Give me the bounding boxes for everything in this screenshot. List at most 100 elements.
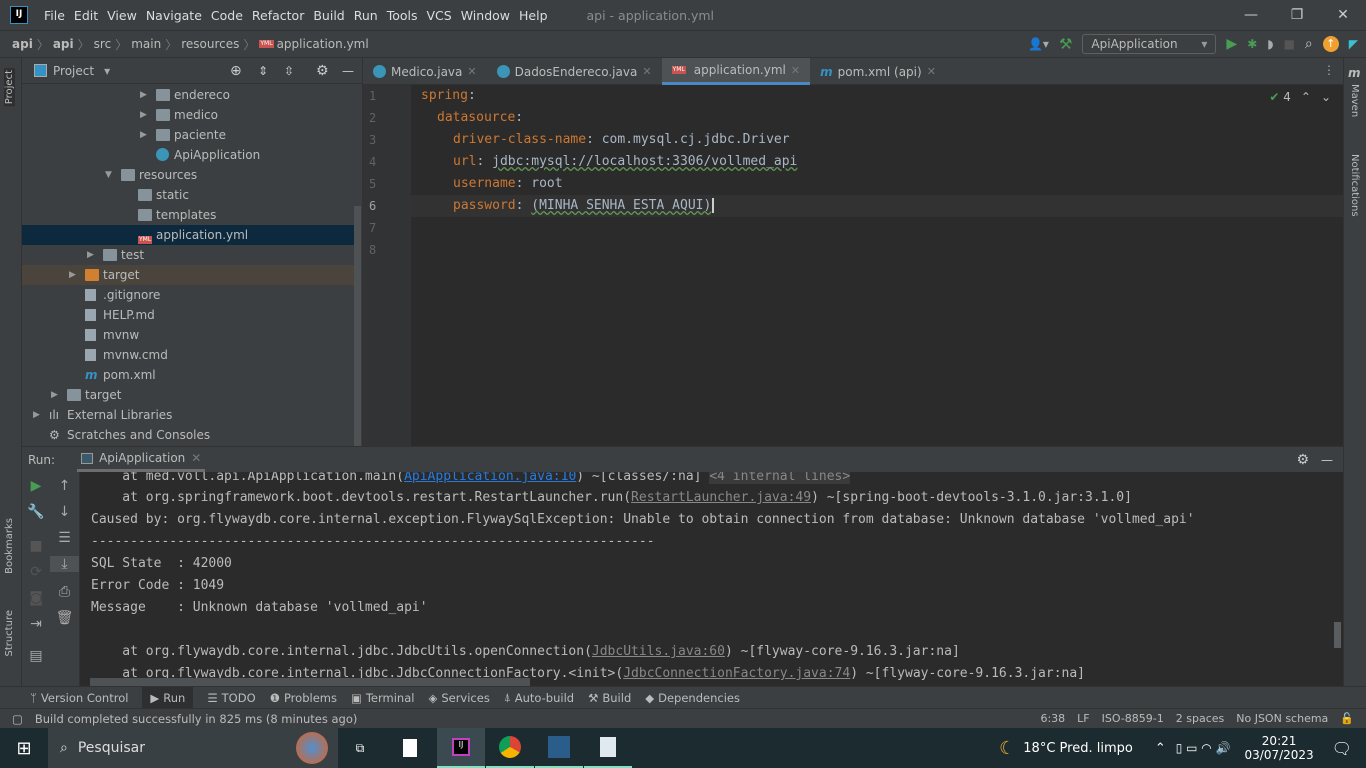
tab-services[interactable]: ◈ Services: [428, 691, 489, 705]
tab-dependencies[interactable]: ◆ Dependencies: [645, 691, 740, 705]
weather-icon[interactable]: ☾: [999, 738, 1015, 759]
source-link[interactable]: JdbcConnectionFactory.java:74: [623, 666, 850, 681]
menu-vcs[interactable]: VCS: [427, 8, 452, 23]
more-tabs-icon[interactable]: ⋮: [1323, 63, 1335, 77]
run-tab-apiapplication[interactable]: ApiApplication ✕: [77, 447, 206, 472]
menu-code[interactable]: Code: [211, 8, 243, 23]
bookmarks-tool-tab[interactable]: Bookmarks: [4, 518, 15, 574]
chevron-right-icon[interactable]: ▶: [140, 85, 147, 105]
tree-item[interactable]: templates: [22, 205, 354, 225]
search-icon[interactable]: ⌕: [1305, 36, 1313, 52]
menu-build[interactable]: Build: [313, 8, 344, 23]
tab-todo[interactable]: ☰ TODO: [207, 691, 255, 705]
code-line[interactable]: password: (MINHA SENHA ESTA AQUI): [453, 195, 715, 217]
intellij-taskbar-icon[interactable]: IJ: [437, 728, 485, 768]
coverage-icon[interactable]: ◗: [1267, 37, 1273, 51]
close-icon[interactable]: ✕: [927, 65, 936, 78]
login-icon[interactable]: ⇥: [22, 616, 50, 632]
tree-item[interactable]: HELP.md: [22, 305, 354, 325]
close-button[interactable]: ✕: [1320, 0, 1366, 30]
tree-item[interactable]: ▶ paciente: [22, 125, 354, 145]
layout-icon[interactable]: ▤: [22, 648, 50, 664]
trash-icon[interactable]: 🗑: [50, 610, 79, 626]
tab-medico-java[interactable]: Medico.java ✕: [363, 58, 487, 85]
menu-navigate[interactable]: Navigate: [146, 8, 202, 23]
gear-icon[interactable]: ⚙: [1296, 452, 1309, 468]
caret-position[interactable]: 6:38: [1040, 712, 1065, 725]
run-icon[interactable]: ▶: [1226, 36, 1237, 52]
status-panel-icon[interactable]: ▢: [12, 712, 23, 726]
camera-icon[interactable]: ◙: [22, 590, 50, 606]
build-hammer-icon[interactable]: ⚒: [1059, 35, 1072, 53]
rerun-icon[interactable]: ▶: [22, 478, 50, 494]
locate-icon[interactable]: ⊕: [230, 63, 242, 79]
tab-run[interactable]: ▶ Run: [142, 686, 194, 709]
project-scrollbar[interactable]: [354, 206, 361, 446]
console-horizontal-scrollbar[interactable]: [90, 678, 530, 686]
maven-tool-tab[interactable]: Maven: [1349, 84, 1360, 117]
tree-item[interactable]: .gitignore: [22, 285, 354, 305]
wrench-icon[interactable]: 🔧: [22, 504, 50, 520]
user-icon[interactable]: 👤▾: [1028, 37, 1049, 51]
close-icon[interactable]: ✕: [791, 64, 800, 77]
chrome-icon[interactable]: [486, 728, 534, 768]
breadcrumb-item[interactable]: api: [53, 37, 74, 51]
windows-start-icon[interactable]: ⊞: [0, 728, 48, 768]
tree-item[interactable]: ▶ endereco: [22, 85, 354, 105]
down-arrow-icon[interactable]: ↓: [50, 504, 79, 520]
code-line[interactable]: username: root: [453, 173, 563, 195]
previous-highlight-icon[interactable]: ⌃: [1301, 90, 1311, 104]
mysql-workbench-icon[interactable]: [535, 728, 583, 768]
project-view-select[interactable]: Project: [53, 64, 94, 78]
stop-icon[interactable]: ■: [1284, 37, 1295, 51]
line-separator[interactable]: LF: [1077, 712, 1089, 725]
menu-run[interactable]: Run: [354, 8, 378, 23]
menu-help[interactable]: Help: [519, 8, 548, 23]
chevron-right-icon[interactable]: ▶: [33, 405, 40, 425]
tree-item[interactable]: mvnw.cmd: [22, 345, 354, 365]
run-configuration-select[interactable]: ApiApplication ▾: [1082, 34, 1217, 54]
menu-refactor[interactable]: Refactor: [252, 8, 304, 23]
tree-item[interactable]: ▶ target: [22, 385, 354, 405]
tree-item[interactable]: ▶ ılı External Libraries: [22, 405, 354, 425]
hide-icon[interactable]: —: [1321, 453, 1333, 467]
tree-item[interactable]: m pom.xml: [22, 365, 354, 385]
source-link[interactable]: RestartLauncher.java:49: [631, 490, 811, 505]
tree-item[interactable]: ▶ test: [22, 245, 354, 265]
chevron-down-icon[interactable]: ▼: [105, 165, 112, 185]
chevron-right-icon[interactable]: ▶: [87, 245, 94, 265]
project-tool-tab[interactable]: Project: [4, 68, 15, 107]
tree-item[interactable]: ▶ medico: [22, 105, 354, 125]
breadcrumb-item[interactable]: application.yml: [277, 37, 369, 51]
tab-pom-xml[interactable]: m pom.xml (api) ✕: [810, 58, 946, 85]
tab-dadosendereco-java[interactable]: DadosEndereco.java ✕: [487, 58, 662, 85]
tab-application-yml[interactable]: YML application.yml ✕: [661, 58, 811, 85]
tree-item[interactable]: ▼ resources: [22, 165, 354, 185]
lock-icon[interactable]: 🔓: [1340, 712, 1354, 725]
update-icon[interactable]: ↑: [1322, 36, 1339, 52]
breadcrumb-item[interactable]: src: [94, 37, 112, 51]
chevron-right-icon[interactable]: ▶: [140, 105, 147, 125]
breadcrumb-item[interactable]: main: [131, 37, 161, 51]
close-icon[interactable]: ✕: [191, 451, 201, 465]
task-view-icon[interactable]: ⧉: [336, 728, 384, 768]
folded-lines[interactable]: <4 internal lines>: [709, 472, 851, 484]
up-arrow-icon[interactable]: ↑: [50, 478, 79, 494]
menu-tools[interactable]: Tools: [387, 8, 418, 23]
print-icon[interactable]: ⎙: [50, 584, 79, 600]
console-scrollbar[interactable]: [1334, 622, 1341, 648]
gear-icon[interactable]: ⚙: [316, 63, 329, 79]
stop-icon[interactable]: ■: [22, 538, 50, 554]
menu-edit[interactable]: Edit: [74, 8, 98, 23]
notifications-icon[interactable]: 🗨: [1332, 739, 1352, 758]
close-icon[interactable]: ✕: [467, 65, 476, 78]
tab-build[interactable]: ⚒ Build: [588, 691, 631, 705]
code-with-me-icon[interactable]: ◤: [1349, 37, 1358, 51]
clock[interactable]: 20:21 03/07/2023: [1245, 734, 1314, 762]
indent-setting[interactable]: 2 spaces: [1176, 712, 1225, 725]
file-encoding[interactable]: ISO-8859-1: [1102, 712, 1164, 725]
restore-icon[interactable]: ⟳: [22, 564, 50, 580]
notepad-icon[interactable]: [584, 728, 632, 768]
json-schema[interactable]: No JSON schema: [1236, 712, 1328, 725]
tree-item[interactable]: ⚙ Scratches and Consoles: [22, 425, 354, 444]
